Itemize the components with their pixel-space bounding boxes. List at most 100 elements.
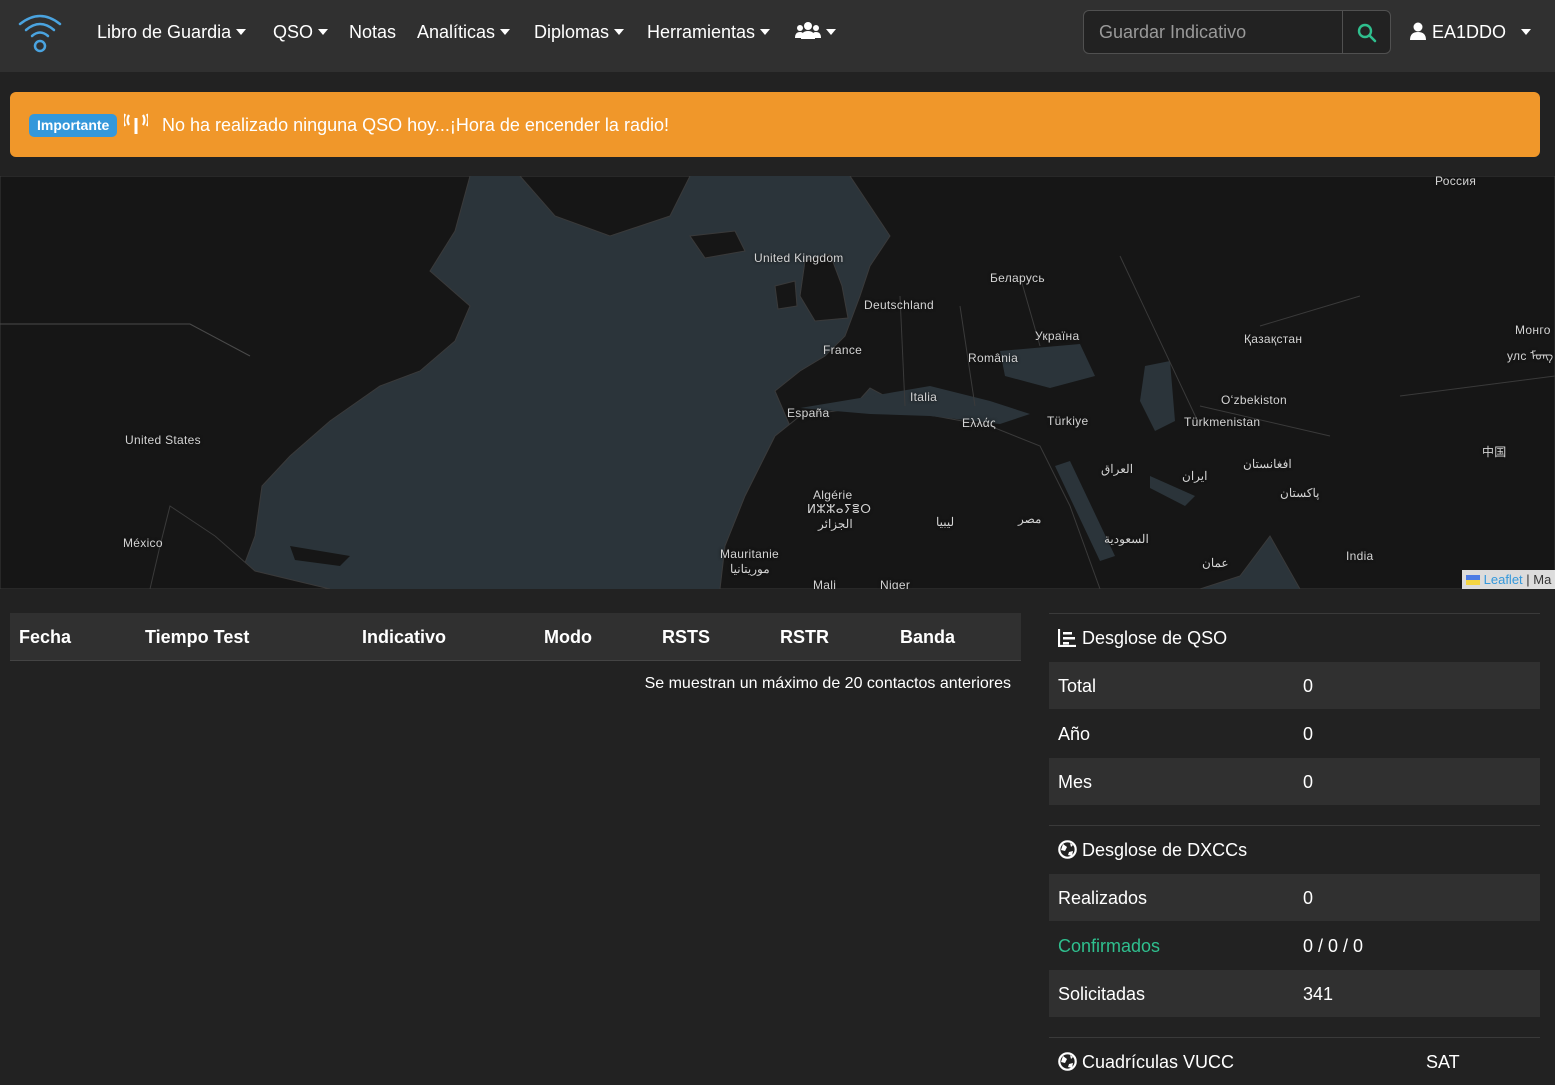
vucc-panel: Cuadrículas VUCC SAT — [1049, 1037, 1540, 1085]
caret-down-icon — [500, 29, 511, 35]
map-label: موريتانيا — [730, 562, 770, 576]
map-label: India — [1346, 549, 1374, 563]
map-label: România — [968, 351, 1019, 365]
map-label: Беларусь — [990, 271, 1045, 285]
search-form — [1083, 10, 1391, 54]
panel-header: Desglose de QSO — [1049, 613, 1540, 661]
map-label: مصر — [1018, 512, 1042, 526]
map-label: España — [787, 406, 830, 420]
stat-label: Mes — [1058, 772, 1093, 792]
stat-row-total: Total 0 — [1049, 661, 1540, 709]
recent-qso-table: Fecha Tiempo Test Indicativo Modo RSTS R… — [10, 613, 1021, 661]
stat-label: Realizados — [1058, 888, 1148, 908]
stat-value: 0 — [1303, 676, 1314, 696]
map-label: France — [823, 343, 863, 357]
attribution-rest: | Ma — [1526, 572, 1552, 587]
user-icon — [1410, 22, 1426, 40]
map-label: Türkiye — [1047, 414, 1089, 428]
globe-icon — [1058, 840, 1077, 859]
map-label: Niger — [880, 578, 911, 589]
sat-column-header: SAT — [1426, 1052, 1460, 1072]
column-header-banda[interactable]: Banda — [900, 626, 955, 648]
map-label: العراق — [1101, 462, 1134, 476]
map-label: ليبيا — [936, 515, 955, 529]
nav-qso[interactable]: QSO — [273, 20, 329, 44]
stat-row-solicitadas: Solicitadas 341 — [1049, 969, 1540, 1017]
panel-title: Desglose de QSO — [1082, 628, 1228, 648]
ukraine-flag-icon — [1466, 575, 1480, 585]
nav-label: Notas — [349, 22, 397, 42]
map-label: السعودية — [1104, 532, 1149, 546]
panel-header: Desglose de DXCCs — [1049, 825, 1540, 873]
stat-value: 0 — [1303, 888, 1314, 908]
map-land-shapes — [0, 176, 1555, 589]
caret-down-icon — [826, 29, 836, 35]
nav-users-menu[interactable] — [795, 20, 836, 44]
leaflet-link[interactable]: Leaflet — [1484, 572, 1523, 587]
world-map[interactable]: Россия United Kingdom Беларусь Deutschla… — [0, 176, 1555, 589]
caret-down-icon — [236, 29, 247, 35]
map-label: Oʻzbekiston — [1221, 393, 1287, 407]
map-label: Algérie — [813, 488, 853, 502]
nav-label: Libro de Guardia — [97, 22, 232, 42]
map-label: الجزائر — [818, 517, 853, 531]
no-qso-alert: Importante No ha realizado ninguna QSO h… — [10, 92, 1540, 157]
search-button[interactable] — [1342, 10, 1391, 54]
nav-analiticas[interactable]: Analíticas — [417, 20, 511, 44]
map-label: عمان — [1202, 556, 1229, 570]
column-header-rstr[interactable]: RSTR — [780, 626, 829, 648]
importante-badge: Importante — [29, 114, 118, 137]
stat-label: Solicitadas — [1058, 984, 1146, 1004]
users-icon — [795, 22, 821, 39]
map-label: Россия — [1435, 176, 1477, 188]
user-callsign: EA1DDO — [1432, 22, 1507, 42]
chart-icon — [1058, 629, 1076, 647]
stat-row-realizados: Realizados 0 — [1049, 873, 1540, 921]
map-label: улс ᠮᠣᠩ — [1507, 349, 1554, 363]
nav-label: QSO — [273, 22, 314, 42]
map-label: افغانستان — [1243, 457, 1292, 471]
antenna-icon — [124, 113, 148, 134]
nav-label: Analíticas — [417, 22, 496, 42]
map-label: پاکستان — [1280, 486, 1320, 500]
map-label: Türkmenistan — [1184, 415, 1261, 429]
nav-libro-de-guardia[interactable]: Libro de Guardia — [97, 20, 247, 44]
map-label: Монго — [1515, 323, 1551, 337]
map-label: 中国 — [1482, 445, 1507, 459]
column-header-rsts[interactable]: RSTS — [662, 626, 710, 648]
nav-diplomas[interactable]: Diplomas — [534, 20, 625, 44]
stat-label: Total — [1058, 676, 1097, 696]
column-header-indicativo[interactable]: Indicativo — [362, 626, 446, 648]
nav-notas[interactable]: Notas — [349, 20, 396, 44]
panel-title: Cuadrículas VUCC — [1082, 1052, 1235, 1072]
stat-row-mes: Mes 0 — [1049, 757, 1540, 805]
map-label: United States — [125, 433, 201, 447]
alert-message: No ha realizado ninguna QSO hoy...¡Hora … — [162, 115, 669, 135]
map-label: Deutschland — [864, 298, 935, 312]
navbar: Libro de Guardia QSO Notas Analíticas Di… — [0, 0, 1555, 72]
search-icon — [1357, 23, 1377, 43]
panel-title: Desglose de DXCCs — [1082, 840, 1248, 860]
column-header-tiempo-test[interactable]: Tiempo Test — [145, 626, 249, 648]
stat-value: 0 — [1303, 724, 1314, 744]
confirmados-link[interactable]: Confirmados — [1058, 935, 1160, 957]
nav-label: Diplomas — [534, 22, 610, 42]
wifi-logo-icon[interactable] — [16, 10, 64, 54]
globe-icon — [1058, 1052, 1077, 1071]
map-label: México — [123, 536, 163, 550]
callsign-search-input[interactable] — [1083, 10, 1343, 54]
nav-herramientas[interactable]: Herramientas — [647, 20, 771, 44]
panel-header: Cuadrículas VUCC SAT — [1049, 1037, 1540, 1085]
caret-down-icon — [760, 29, 771, 35]
stat-value: 0 — [1303, 772, 1314, 792]
column-header-fecha[interactable]: Fecha — [19, 626, 71, 648]
stat-label: Año — [1058, 724, 1091, 744]
map-label: ⵍⵣⵣⴰⵢⴻⵔ — [807, 502, 872, 516]
column-header-modo[interactable]: Modo — [544, 626, 592, 648]
map-label: Mauritanie — [720, 547, 780, 561]
user-menu[interactable]: EA1DDO — [1409, 20, 1532, 44]
map-attribution: Leaflet | Ma — [1462, 570, 1555, 589]
caret-down-icon — [614, 29, 625, 35]
stat-value: 341 — [1303, 984, 1334, 1004]
nav-label: Herramientas — [647, 22, 756, 42]
